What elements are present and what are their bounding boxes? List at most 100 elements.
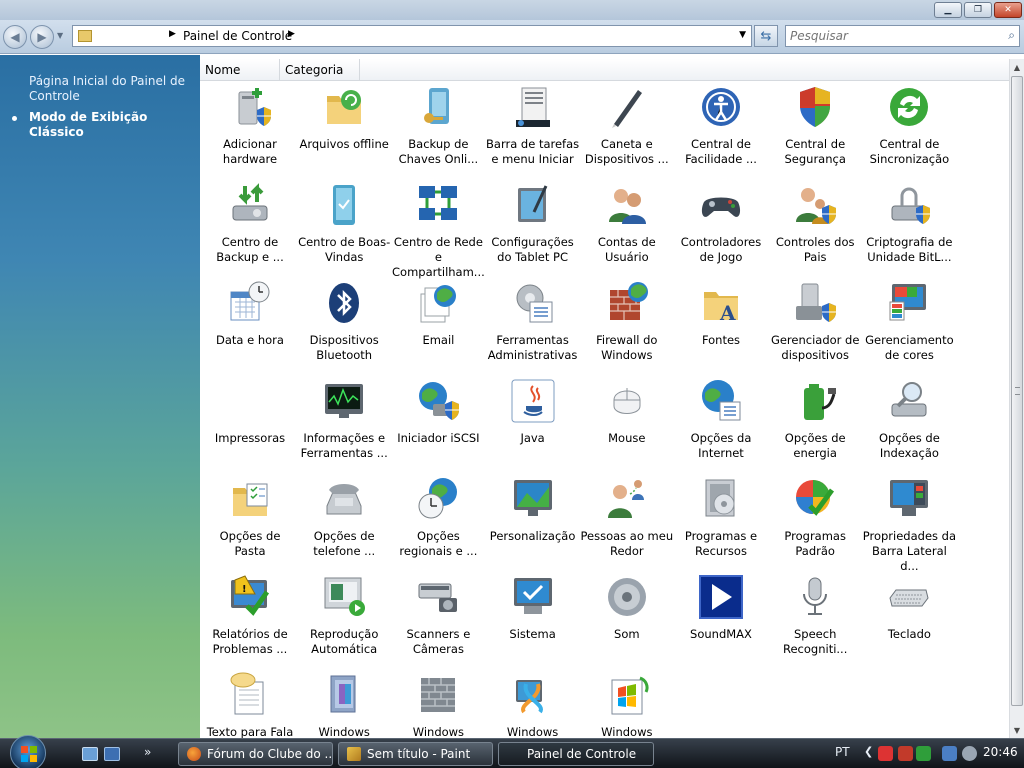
volume-icon[interactable] (962, 746, 977, 761)
control-panel-item[interactable]: Backup de Chaves Onli... (391, 83, 485, 179)
search-icon[interactable]: ⌕ (1008, 28, 1015, 43)
network-icon[interactable] (942, 746, 957, 761)
refresh-button[interactable]: ⇆ (754, 25, 778, 47)
control-panel-item[interactable]: SoundMAX (674, 573, 768, 669)
control-panel-item[interactable]: Mouse (580, 377, 674, 473)
forward-arrow-icon: ▶ (37, 30, 47, 44)
scroll-thumb[interactable] (1011, 76, 1023, 706)
control-panel-item[interactable]: Informações e Ferramentas ... (297, 377, 391, 473)
forward-button[interactable]: ▶ (30, 25, 54, 49)
control-panel-item[interactable]: Programas e Recursos (674, 475, 768, 571)
control-panel-item[interactable]: Gerenciamento de cores (862, 279, 956, 375)
control-panel-item[interactable]: Data e hora (203, 279, 297, 375)
control-panel-item[interactable]: Windows (391, 671, 485, 738)
item-label: Backup de Chaves Onli... (398, 137, 479, 166)
control-panel-item[interactable]: Propriedades da Barra Lateral d... (862, 475, 956, 573)
control-panel-home-link[interactable]: Página Inicial do Painel de Controle (29, 74, 194, 104)
control-panel-item[interactable]: Speech Recogniti... (768, 573, 862, 669)
bluetooth-icon (321, 279, 367, 327)
control-panel-item[interactable]: Java (486, 377, 580, 473)
control-panel-item[interactable]: Central de Facilidade ... (674, 83, 768, 179)
control-panel-item[interactable]: Firewall do Windows (580, 279, 674, 375)
control-panel-item[interactable]: Windows (297, 671, 391, 738)
breadcrumb-separator-icon[interactable]: ▶ (288, 29, 295, 39)
control-panel-item[interactable]: Email (391, 279, 485, 375)
control-panel-item[interactable]: Opções de telefone ... (297, 475, 391, 571)
show-desktop-icon[interactable] (82, 747, 98, 761)
control-panel-folder-icon (78, 30, 92, 42)
show-hidden-icons-icon[interactable]: ❮ (864, 745, 873, 758)
control-panel-item[interactable]: Opções de energia (768, 377, 862, 473)
control-panel-item[interactable]: Windows (486, 671, 580, 738)
clock[interactable]: 20:46 (983, 745, 1018, 759)
close-button[interactable]: ✕ (994, 2, 1022, 18)
control-panel-item[interactable]: Personalização (486, 475, 580, 571)
switch-windows-icon[interactable] (104, 747, 120, 761)
control-panel-item[interactable]: Iniciador iSCSI (391, 377, 485, 473)
control-panel-item[interactable]: Som (580, 573, 674, 669)
control-panel-item[interactable]: Scanners e Câmeras (391, 573, 485, 669)
breadcrumb-control-panel[interactable]: Painel de Controle (183, 29, 292, 43)
internet-options-icon (698, 377, 744, 425)
item-label: Centro de Boas-Vindas (298, 235, 391, 264)
control-panel-item[interactable]: Windows Update (580, 671, 674, 738)
control-panel-item[interactable]: Centro de Rede e Compartilham... (391, 181, 485, 279)
maximize-button[interactable]: ❐ (964, 2, 992, 18)
control-panel-item[interactable]: Dispositivos Bluetooth (297, 279, 391, 375)
control-panel-item[interactable]: Ferramentas Administrativas (486, 279, 580, 375)
control-panel-item[interactable]: A Fontes (674, 279, 768, 375)
address-bar[interactable]: ▶ Painel de Controle ▶ ▼ (72, 25, 752, 47)
back-button[interactable]: ◀ (3, 25, 27, 49)
scroll-down-icon[interactable]: ▼ (1010, 722, 1024, 738)
taskbar-button-paint[interactable]: Sem título - Paint (338, 742, 493, 766)
tray-app-icon[interactable] (878, 746, 893, 761)
language-indicator[interactable]: PT (835, 745, 850, 759)
control-panel-item[interactable]: Sistema (486, 573, 580, 669)
windows-cardspace-icon (321, 671, 367, 719)
address-dropdown-icon[interactable]: ▼ (739, 30, 746, 40)
control-panel-item[interactable]: Opções regionais e ... (391, 475, 485, 571)
start-button[interactable] (10, 735, 46, 768)
control-panel-item[interactable]: Controladores de Jogo (674, 181, 768, 277)
search-input[interactable] (790, 28, 990, 44)
control-panel-item[interactable]: Programas Padrão (768, 475, 862, 571)
control-panel-item[interactable]: Centro de Boas-Vindas (297, 181, 391, 277)
control-panel-item[interactable]: Adicionar hardware (203, 83, 297, 179)
column-header-name[interactable]: Nome (200, 59, 280, 81)
column-header-category[interactable]: Categoria (280, 59, 360, 81)
scroll-up-icon[interactable]: ▲ (1010, 59, 1024, 75)
breadcrumb-separator-icon[interactable]: ▶ (169, 29, 176, 39)
control-panel-item[interactable]: Impressoras (203, 377, 297, 473)
taskbar-button-control-panel[interactable]: Painel de Controle (498, 742, 654, 766)
quick-launch-more-icon[interactable]: » (144, 745, 151, 759)
control-panel-item[interactable]: Contas de Usuário (580, 181, 674, 277)
item-label: Som (614, 627, 640, 641)
control-panel-item[interactable]: Reprodução Automática (297, 573, 391, 669)
control-panel-item[interactable]: Pessoas ao meu Redor (580, 475, 674, 571)
control-panel-item[interactable]: Opções da Internet (674, 377, 768, 473)
control-panel-item[interactable]: Teclado (862, 573, 956, 669)
control-panel-item[interactable]: Caneta e Dispositivos ... (580, 83, 674, 179)
control-panel-item[interactable]: Arquivos offline (297, 83, 391, 179)
control-panel-item[interactable]: ! Relatórios de Problemas ... (203, 573, 297, 669)
recent-pages-dropdown[interactable]: ▼ (57, 31, 63, 40)
tray-app-icon[interactable] (898, 746, 913, 761)
item-label: Email (422, 333, 455, 347)
control-panel-item[interactable]: Texto para Fala (203, 671, 297, 738)
vertical-scrollbar[interactable]: ▲ ▼ (1009, 59, 1024, 738)
minimize-button[interactable]: ▁ (934, 2, 962, 18)
control-panel-item[interactable]: Controles dos Pais (768, 181, 862, 277)
control-panel-item[interactable]: Centro de Backup e ... (203, 181, 297, 277)
control-panel-item[interactable]: Configurações do Tablet PC (486, 181, 580, 277)
control-panel-item[interactable]: Opções de Pasta (203, 475, 297, 571)
tray-check-icon[interactable] (916, 746, 931, 761)
classic-view-link[interactable]: Modo de Exibição Clássico (29, 110, 194, 140)
control-panel-item[interactable]: Opções de Indexação (862, 377, 956, 473)
search-box[interactable]: ⌕ (785, 25, 1020, 47)
control-panel-item[interactable]: Criptografia de Unidade BitL... (862, 181, 956, 277)
control-panel-item[interactable]: Central de Segurança (768, 83, 862, 179)
control-panel-item[interactable]: Gerenciador de dispositivos (768, 279, 862, 375)
control-panel-item[interactable]: Central de Sincronização (862, 83, 956, 179)
control-panel-item[interactable]: Barra de tarefas e menu Iniciar (486, 83, 580, 179)
taskbar-button-firefox[interactable]: Fórum do Clube do ... (178, 742, 333, 766)
